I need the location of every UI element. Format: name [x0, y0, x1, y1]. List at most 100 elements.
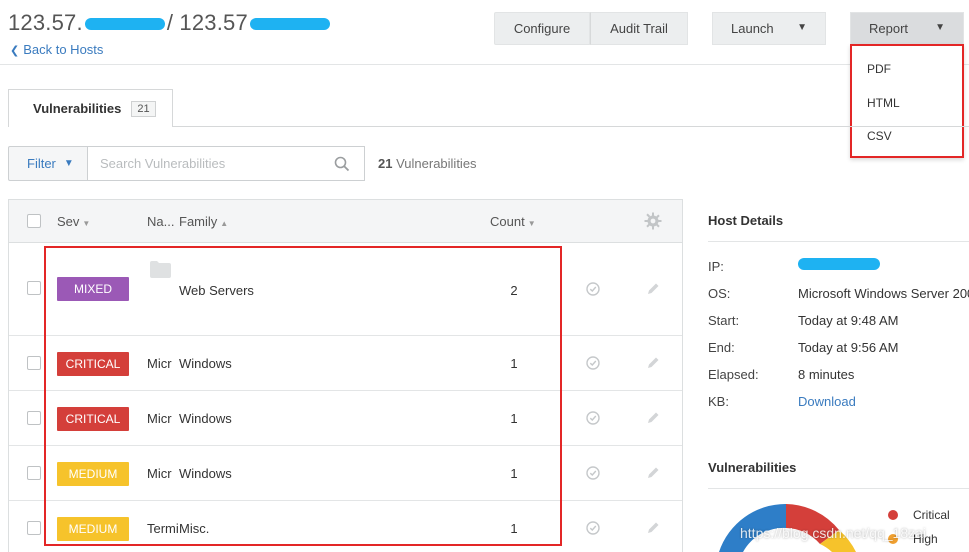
- row-checkbox[interactable]: [27, 466, 41, 480]
- host-detail-label: OS:: [708, 286, 731, 301]
- report-menu-pdf[interactable]: PDF: [867, 62, 891, 76]
- tab-divider: [173, 126, 969, 127]
- row-count: 1: [510, 356, 518, 371]
- table-row[interactable]: MEDIUM Micr Windows 1: [9, 446, 682, 501]
- check-circle-icon[interactable]: [586, 521, 600, 538]
- caret-down-icon: ▼: [797, 22, 807, 33]
- redacted-ip: [798, 258, 880, 270]
- row-family: Web Servers: [179, 283, 254, 298]
- legend-critical-label: Critical: [913, 508, 950, 522]
- launch-button[interactable]: Launch ▼: [712, 12, 826, 45]
- row-count: 2: [510, 283, 518, 298]
- filter-label: Filter: [27, 156, 56, 171]
- gear-icon[interactable]: [644, 212, 662, 233]
- row-checkbox[interactable]: [27, 411, 41, 425]
- pencil-icon[interactable]: [646, 411, 660, 428]
- row-family: Misc.: [179, 521, 210, 536]
- host-title: 123.57. / 123.57: [8, 10, 332, 36]
- search-icon[interactable]: [334, 156, 350, 175]
- host-detail-label: KB:: [708, 394, 729, 409]
- severity-badge: CRITICAL: [57, 352, 129, 376]
- row-family: Windows: [179, 466, 232, 481]
- host-title-right: / 123.57: [166, 10, 248, 35]
- pencil-icon[interactable]: [646, 356, 660, 373]
- audit-trail-button[interactable]: Audit Trail: [590, 12, 688, 45]
- host-detail-label: IP:: [708, 259, 724, 274]
- tab-vulnerabilities-badge: 21: [131, 100, 156, 117]
- host-title-left: 123.57.: [8, 10, 83, 35]
- table-row[interactable]: CRITICAL Micr Windows 1: [9, 391, 682, 446]
- severity-badge: MIXED: [57, 277, 129, 301]
- sort-asc-icon: ▲: [220, 219, 229, 228]
- audit-trail-label: Audit Trail: [610, 21, 668, 36]
- search-box: [88, 146, 365, 181]
- kb-download-link[interactable]: Download: [798, 394, 856, 409]
- vulnerability-count-label: Vulnerabilities: [396, 156, 477, 171]
- row-count: 1: [510, 466, 518, 481]
- row-name: Micr: [147, 411, 172, 426]
- severity-badge: CRITICAL: [57, 407, 129, 431]
- filter-button[interactable]: Filter ▼: [8, 146, 88, 181]
- report-button[interactable]: Report ▼: [850, 12, 964, 45]
- row-name: Micr: [147, 466, 172, 481]
- tab-vulnerabilities[interactable]: Vulnerabilities 21: [8, 89, 173, 127]
- host-detail-end: Today at 9:56 AM: [798, 340, 899, 355]
- row-family: Windows: [179, 356, 232, 371]
- sort-icon: ▼: [527, 219, 536, 228]
- column-family-label: Family: [179, 214, 218, 229]
- legend-critical-dot: [888, 510, 898, 520]
- caret-down-icon: ▼: [935, 22, 945, 33]
- row-family: Windows: [179, 411, 232, 426]
- check-circle-icon[interactable]: [586, 411, 600, 428]
- column-header-count[interactable]: Count ▼: [490, 214, 536, 229]
- severity-badge: MEDIUM: [57, 462, 129, 486]
- chevron-left-icon: ❮: [10, 45, 20, 57]
- tab-vulnerabilities-label: Vulnerabilities: [33, 101, 122, 116]
- configure-label: Configure: [513, 21, 571, 36]
- host-detail-elapsed: 8 minutes: [798, 367, 855, 382]
- search-input[interactable]: [88, 147, 318, 180]
- redacted-ip-left: [84, 18, 165, 31]
- vulnerability-count-number: 21: [378, 156, 393, 171]
- check-circle-icon[interactable]: [586, 282, 600, 299]
- row-count: 1: [510, 521, 518, 536]
- host-details-title: Host Details: [708, 213, 784, 228]
- row-checkbox[interactable]: [27, 521, 41, 535]
- check-circle-icon[interactable]: [586, 466, 600, 483]
- caret-down-icon: ▼: [63, 158, 74, 169]
- report-menu-html[interactable]: HTML: [867, 96, 900, 110]
- row-name: Micr: [147, 356, 172, 371]
- host-detail-label: End:: [708, 340, 735, 355]
- column-header-family[interactable]: Family ▲: [179, 214, 228, 229]
- column-count-label: Count: [490, 214, 525, 229]
- row-checkbox[interactable]: [27, 356, 41, 370]
- pencil-icon[interactable]: [646, 282, 660, 299]
- table-row[interactable]: MIXED Web Servers 2: [9, 243, 682, 336]
- report-menu-csv[interactable]: CSV: [867, 129, 892, 143]
- table-row[interactable]: CRITICAL Micr Windows 1: [9, 336, 682, 391]
- row-checkbox[interactable]: [27, 281, 41, 295]
- column-header-sev[interactable]: Sev ▼: [57, 214, 90, 229]
- folder-icon: [150, 261, 171, 281]
- table-header: Sev ▼ Na... Family ▲ Count ▼: [9, 200, 682, 243]
- configure-button[interactable]: Configure: [494, 12, 590, 45]
- pencil-icon[interactable]: [646, 521, 660, 538]
- report-label: Report: [869, 21, 909, 36]
- column-sev-label: Sev: [57, 214, 80, 229]
- host-detail-label: Start:: [708, 313, 740, 328]
- header-divider: [0, 64, 969, 65]
- back-to-hosts-link[interactable]: ❮ Back to Hosts: [10, 42, 103, 57]
- vulnerability-count: 21 Vulnerabilities: [378, 156, 477, 171]
- select-all-checkbox[interactable]: [27, 214, 41, 228]
- back-to-hosts-label: Back to Hosts: [23, 42, 104, 57]
- row-count: 1: [510, 411, 518, 426]
- pencil-icon[interactable]: [646, 466, 660, 483]
- column-header-name[interactable]: Na...: [147, 214, 174, 229]
- table-row[interactable]: MEDIUM Termi Misc. 1: [9, 501, 682, 552]
- vulnerabilities-table: Sev ▼ Na... Family ▲ Count ▼ MIXED Web Serv…: [8, 199, 683, 552]
- check-circle-icon[interactable]: [586, 356, 600, 373]
- report-dropdown-menu: PDF HTML CSV: [850, 44, 964, 158]
- launch-label: Launch: [731, 21, 774, 36]
- host-details-divider: [708, 241, 969, 242]
- host-detail-os: Microsoft Windows Server 200: [798, 286, 969, 301]
